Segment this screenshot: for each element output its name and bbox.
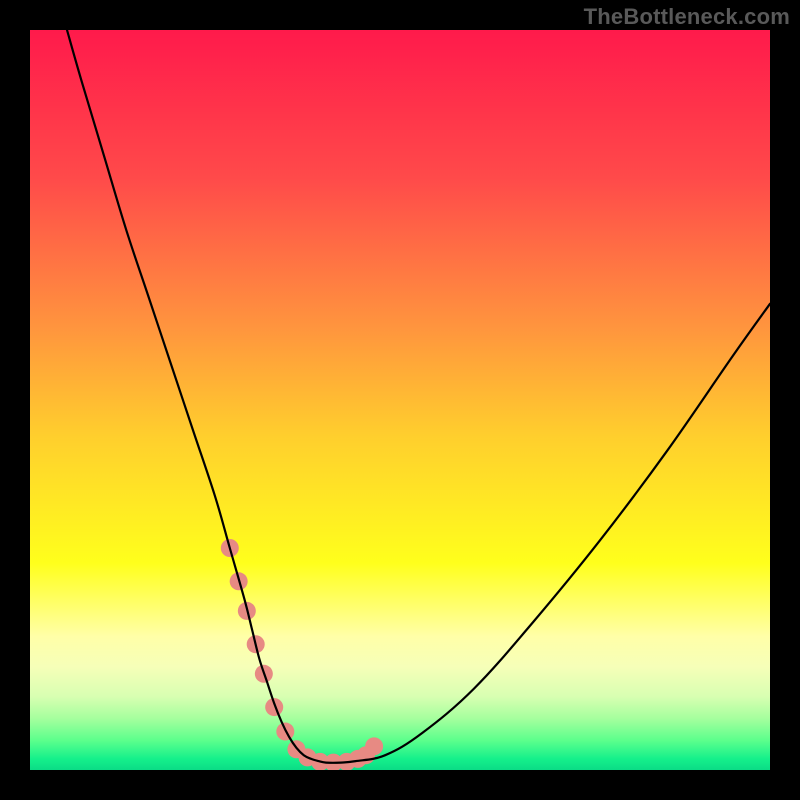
watermark-text: TheBottleneck.com <box>584 4 790 30</box>
curve-layer <box>30 30 770 770</box>
plot-area <box>30 30 770 770</box>
highlight-dots <box>221 539 383 770</box>
highlight-dot <box>365 737 383 755</box>
chart-frame: TheBottleneck.com <box>0 0 800 800</box>
bottleneck-curve <box>67 30 770 763</box>
